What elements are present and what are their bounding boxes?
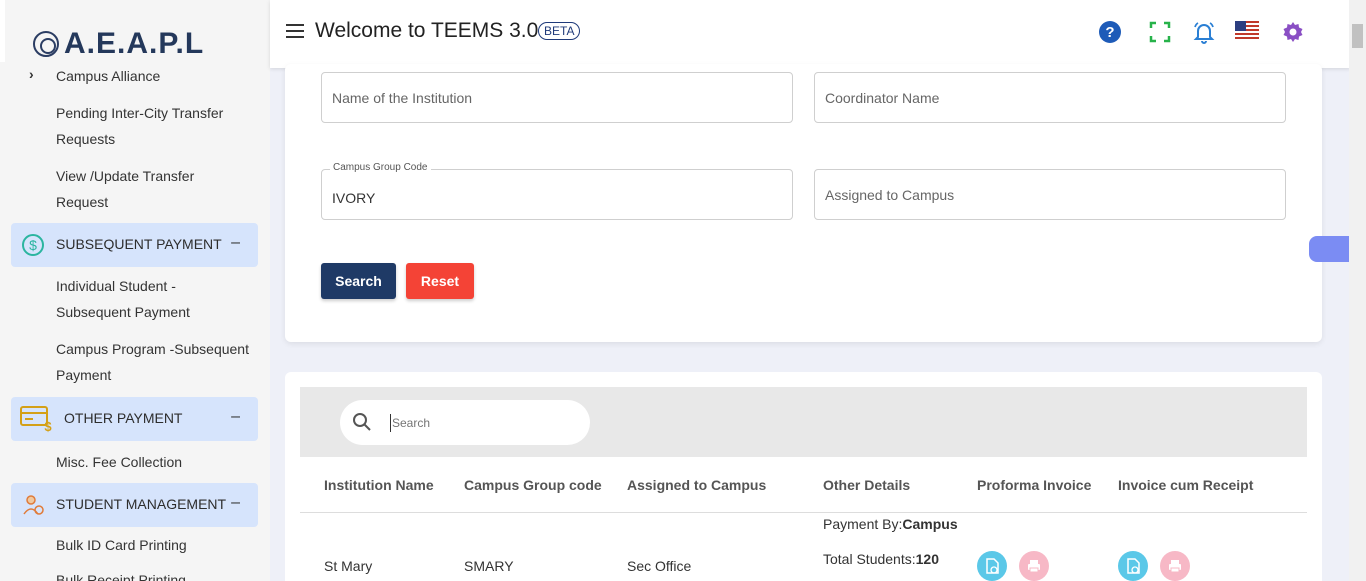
page-title: Welcome to TEEMS 3.0 — [315, 19, 539, 42]
us-flag-icon[interactable] — [1235, 21, 1259, 45]
proforma-print-icon[interactable] — [1019, 551, 1049, 581]
logo: A.E.A.P.L — [0, 0, 270, 66]
sidebar-item-campus-program-subsequent[interactable]: Campus Program -Subsequent Payment — [56, 336, 256, 388]
receipt-print-icon[interactable] — [1160, 551, 1190, 581]
svg-text:$: $ — [29, 237, 37, 253]
header-divider — [300, 512, 1307, 513]
sidebar-item-bulk-receipt[interactable]: Bulk Receipt Printing — [56, 567, 256, 581]
total-students-value: 120 — [915, 551, 939, 567]
page-scrollbar[interactable] — [1349, 0, 1366, 581]
logo-text: A.E.A.P.L — [64, 27, 205, 60]
svg-text:?: ? — [1105, 24, 1114, 41]
sidebar-section-subsequent-payment[interactable]: $ SUBSEQUENT PAYMENT – — [11, 223, 258, 267]
assigned-placeholder: Assigned to Campus — [825, 187, 955, 203]
payment-by-label: Payment By: — [823, 516, 903, 532]
column-header[interactable]: Other Details — [823, 477, 910, 493]
table-toolbar — [300, 387, 1307, 457]
column-header[interactable]: Invoice cum Receipt — [1118, 477, 1253, 493]
side-drawer-tab[interactable] — [1309, 236, 1349, 262]
total-students-label: Total Students: — [823, 551, 916, 567]
column-header[interactable]: Institution Name — [324, 477, 434, 493]
section-label: STUDENT MANAGEMENT — [56, 496, 227, 512]
cell-group-code: SMARY — [464, 558, 514, 574]
proforma-view-document-icon[interactable] — [977, 551, 1007, 581]
card-payment-icon: $ — [20, 405, 54, 438]
collapse-toggle[interactable]: – — [231, 494, 240, 512]
reset-button[interactable]: Reset — [406, 263, 474, 299]
hamburger-menu-icon[interactable] — [286, 24, 304, 38]
beta-badge: BETA — [538, 22, 581, 40]
search-form-card: Name of the Institution Coordinator Name… — [285, 64, 1322, 342]
search-icon — [352, 412, 372, 437]
results-table-card: Institution Name Campus Group code Assig… — [285, 372, 1322, 581]
sidebar-item-individual-subsequent[interactable]: Individual Student - Subsequent Payment — [56, 273, 216, 325]
table-search-input[interactable] — [390, 414, 570, 432]
section-label: OTHER PAYMENT — [64, 410, 183, 426]
top-header: Welcome to TEEMS 3.0 BETA ? — [270, 0, 1350, 68]
help-icon[interactable]: ? — [1098, 20, 1122, 44]
institution-placeholder: Name of the Institution — [332, 90, 473, 106]
campus-group-code-field[interactable]: Campus Group Code IVORY — [321, 162, 793, 220]
section-label: SUBSEQUENT PAYMENT — [56, 236, 222, 252]
campus-group-value: IVORY — [332, 190, 376, 206]
sidebar-section-other-payment[interactable]: $ OTHER PAYMENT – — [11, 397, 258, 441]
settings-gear-icon[interactable] — [1281, 20, 1305, 44]
cell-assigned: Sec Office — [627, 558, 692, 574]
column-header[interactable]: Campus Group code — [464, 477, 602, 493]
sidebar-section-student-management[interactable]: STUDENT MANAGEMENT – — [11, 483, 258, 527]
coordinator-placeholder: Coordinator Name — [825, 90, 940, 106]
notification-bell-icon[interactable] — [1192, 20, 1216, 44]
student-icon — [21, 493, 45, 522]
cell-institution: St Mary — [324, 558, 373, 574]
column-header[interactable]: Assigned to Campus — [627, 477, 766, 493]
scrollbar-thumb[interactable] — [1352, 24, 1363, 48]
assigned-to-campus-field[interactable]: Assigned to Campus — [814, 169, 1286, 220]
fullscreen-icon[interactable] — [1148, 20, 1172, 44]
dollar-circle-icon: $ — [21, 233, 45, 262]
logo-emblem-icon — [33, 31, 59, 57]
svg-text:$: $ — [44, 419, 52, 433]
sidebar-item-misc-fee[interactable]: Misc. Fee Collection — [56, 449, 256, 475]
column-header[interactable]: Proforma Invoice — [977, 477, 1091, 493]
sidebar: A.E.A.P.L › Campus Alliance Pending Inte… — [0, 0, 270, 581]
receipt-view-document-icon[interactable] — [1118, 551, 1148, 581]
cell-total-students: Total Students:120 — [823, 551, 939, 567]
payment-by-value: Campus — [902, 516, 958, 532]
campus-group-label: Campus Group Code — [330, 162, 431, 173]
collapse-toggle[interactable]: – — [231, 408, 240, 426]
sidebar-item-update-transfer[interactable]: View /Update Transfer Request — [56, 163, 216, 215]
cell-payment-by: Payment By:Campus — [823, 516, 958, 532]
collapse-toggle[interactable]: – — [231, 234, 240, 252]
coordinator-name-field[interactable]: Coordinator Name — [814, 72, 1286, 123]
search-button[interactable]: Search — [321, 263, 396, 299]
sidebar-item-pending-transfer[interactable]: Pending Inter-City Transfer Requests — [56, 100, 246, 152]
sidebar-item-bulk-id-card[interactable]: Bulk ID Card Printing — [56, 532, 256, 558]
sidebar-item-campus-alliance[interactable]: Campus Alliance — [56, 63, 256, 89]
table-search-box[interactable] — [340, 400, 590, 445]
chevron-right-icon[interactable]: › — [29, 66, 34, 82]
institution-name-field[interactable]: Name of the Institution — [321, 72, 793, 123]
